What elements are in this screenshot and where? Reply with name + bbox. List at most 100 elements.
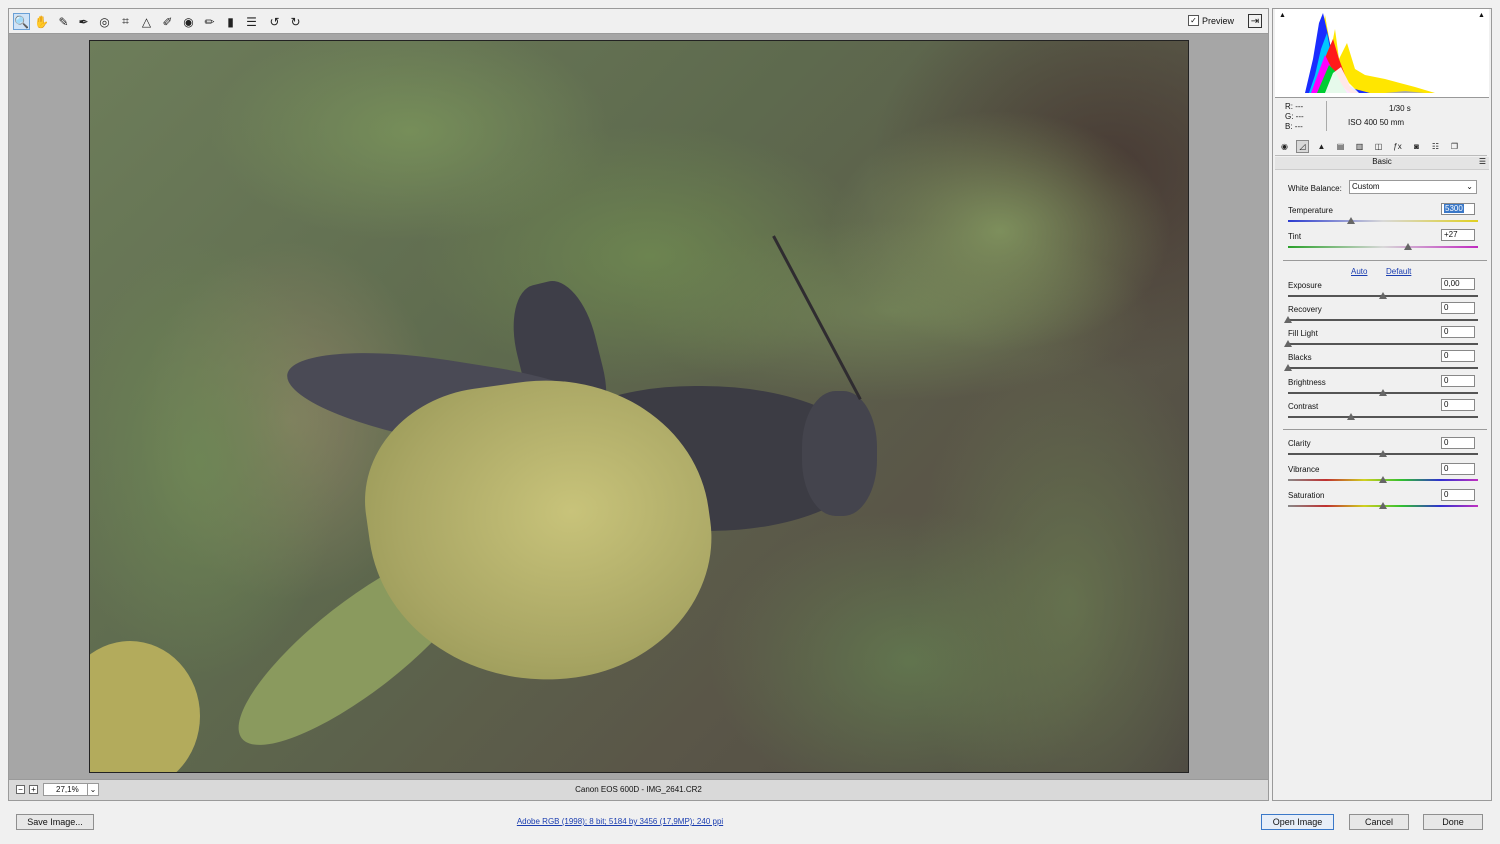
open-image-button[interactable]: Open Image [1261, 814, 1334, 830]
cancel-button[interactable]: Cancel [1349, 814, 1409, 830]
saturation-field[interactable]: 0 [1441, 489, 1475, 501]
divider [1283, 260, 1487, 261]
graduated-filter-icon[interactable]: ▮ [222, 13, 239, 30]
fill-light-slider[interactable] [1288, 343, 1478, 345]
brightness-label: Brightness [1288, 378, 1326, 387]
recovery-slider[interactable] [1288, 319, 1478, 321]
chevron-down-icon: ⌄ [1466, 182, 1473, 191]
camera-calibration-tab-icon[interactable]: ◙ [1410, 140, 1423, 153]
preview-checkbox[interactable]: ✓ [1187, 15, 1199, 26]
recovery-label: Recovery [1288, 305, 1322, 314]
presets-tab-icon[interactable]: ☷ [1429, 140, 1442, 153]
recovery-field[interactable]: 0 [1441, 302, 1475, 314]
adjustments-panel: ▲ ▲ R: --- G: --- B: --- 1/30 s ISO 400 … [1272, 8, 1492, 801]
exposure-field[interactable]: 0,00 [1441, 278, 1475, 290]
contrast-slider-thumb[interactable] [1346, 413, 1355, 420]
contrast-field[interactable]: 0 [1441, 399, 1475, 411]
recovery-slider-thumb[interactable] [1284, 316, 1292, 323]
effects-tab-icon[interactable]: ƒx [1391, 140, 1404, 153]
saturation-label: Saturation [1288, 491, 1325, 500]
basic-tab-icon[interactable]: ◉ [1278, 140, 1291, 153]
white-balance-label: White Balance: [1288, 184, 1342, 193]
lens-corrections-tab-icon[interactable]: ◫ [1372, 140, 1385, 153]
tint-slider-thumb[interactable] [1403, 243, 1412, 250]
panel-tabs: ◉ ◿ ▲ ▤ ▥ ◫ ƒx ◙ ☷ ❐ [1275, 139, 1487, 156]
shutter-speed: 1/30 s [1389, 104, 1411, 113]
color-sampler-icon[interactable]: ✒ [75, 13, 92, 30]
blacks-field[interactable]: 0 [1441, 350, 1475, 362]
red-eye-icon[interactable]: ◉ [180, 13, 197, 30]
vibrance-field[interactable]: 0 [1441, 463, 1475, 475]
exposure-label: Exposure [1288, 281, 1322, 290]
image-canvas[interactable] [8, 34, 1269, 779]
adjustment-brush-icon[interactable]: ✏ [201, 13, 218, 30]
crop-icon[interactable]: ⌗ [117, 13, 134, 30]
white-balance-value: Custom [1352, 182, 1380, 191]
snapshots-tab-icon[interactable]: ❐ [1448, 140, 1461, 153]
blacks-label: Blacks [1288, 353, 1312, 362]
fill-light-field[interactable]: 0 [1441, 326, 1475, 338]
tint-slider[interactable] [1288, 246, 1478, 248]
fill-light-label: Fill Light [1288, 329, 1318, 338]
panel-menu-icon[interactable]: ☰ [1479, 157, 1486, 166]
tone-curve-tab-icon[interactable]: ◿ [1296, 140, 1309, 153]
status-bar: − + 27,1% ⌄ Canon EOS 600D - IMG_2641.CR… [8, 779, 1269, 801]
temperature-value: 5300 [1444, 204, 1464, 213]
straighten-icon[interactable]: △ [138, 13, 155, 30]
rgb-r-readout: R: --- [1285, 102, 1304, 111]
vibrance-slider-thumb[interactable] [1379, 476, 1387, 483]
temperature-slider[interactable] [1288, 220, 1478, 222]
photo-preview[interactable] [89, 40, 1189, 773]
clarity-slider-thumb[interactable] [1379, 450, 1387, 457]
brightness-slider-thumb[interactable] [1379, 389, 1387, 396]
brightness-field[interactable]: 0 [1441, 375, 1475, 387]
spot-removal-icon[interactable]: ✐ [159, 13, 176, 30]
detail-tab-icon[interactable]: ▲ [1315, 140, 1328, 153]
tint-field[interactable]: +27 [1441, 229, 1475, 241]
iso-focal-length: ISO 400 50 mm [1348, 118, 1405, 127]
fullscreen-icon[interactable]: ⇥ [1248, 14, 1262, 28]
histogram: ▲ ▲ [1275, 9, 1489, 98]
divider [1283, 429, 1487, 430]
file-name: Canon EOS 600D - IMG_2641.CR2 [575, 785, 702, 794]
targeted-adjustment-icon[interactable]: ◎ [96, 13, 113, 30]
tint-label: Tint [1288, 232, 1302, 241]
temperature-field[interactable]: 5300 [1441, 203, 1475, 215]
saturation-slider-thumb[interactable] [1379, 502, 1387, 509]
contrast-slider[interactable] [1288, 416, 1478, 418]
preferences-icon[interactable]: ☰ [243, 13, 260, 30]
rotate-right-icon[interactable]: ↻ [287, 13, 304, 30]
exposure-slider-thumb[interactable] [1379, 292, 1387, 299]
hand-icon[interactable]: ✋ [33, 13, 50, 30]
white-balance-icon[interactable]: ✎ [55, 13, 72, 30]
blacks-slider-thumb[interactable] [1284, 364, 1292, 371]
clarity-label: Clarity [1288, 439, 1311, 448]
temperature-label: Temperature [1288, 206, 1333, 215]
photo-grasshopper-antenna [772, 235, 862, 401]
rgb-b-readout: B: --- [1285, 122, 1303, 131]
hsl-tab-icon[interactable]: ▤ [1334, 140, 1347, 153]
split-toning-tab-icon[interactable]: ▥ [1353, 140, 1366, 153]
histogram-graph [1305, 13, 1435, 93]
rotate-left-icon[interactable]: ↺ [266, 13, 283, 30]
photo-grasshopper-head [802, 391, 877, 516]
section-title-text: Basic [1372, 157, 1392, 166]
toolbar: 🔍 ✋ ✎ ✒ ◎ ⌗ △ ✐ ◉ ✏ ▮ ☰ ↺ ↻ ✓ Preview ⇥ [8, 8, 1269, 34]
workflow-options-link[interactable]: Adobe RGB (1998); 8 bit; 5184 by 3456 (1… [300, 817, 940, 826]
temperature-slider-thumb[interactable] [1346, 217, 1355, 224]
done-button[interactable]: Done [1423, 814, 1483, 830]
contrast-label: Contrast [1288, 402, 1319, 411]
white-balance-select[interactable]: Custom ⌄ [1349, 180, 1477, 194]
preview-toggle[interactable]: ✓ Preview [1187, 15, 1234, 26]
default-link[interactable]: Default [1386, 267, 1411, 276]
blacks-slider[interactable] [1288, 367, 1478, 369]
preview-label: Preview [1201, 15, 1234, 26]
clarity-field[interactable]: 0 [1441, 437, 1475, 449]
info-divider [1326, 101, 1327, 131]
rgb-g-readout: G: --- [1285, 112, 1304, 121]
camera-info: R: --- G: --- B: --- 1/30 s ISO 400 50 m… [1273, 99, 1489, 135]
fill-light-slider-thumb[interactable] [1284, 340, 1292, 347]
save-image-button[interactable]: Save Image... [16, 814, 94, 830]
zoom-icon[interactable]: 🔍 [13, 13, 30, 30]
auto-link[interactable]: Auto [1351, 267, 1367, 276]
